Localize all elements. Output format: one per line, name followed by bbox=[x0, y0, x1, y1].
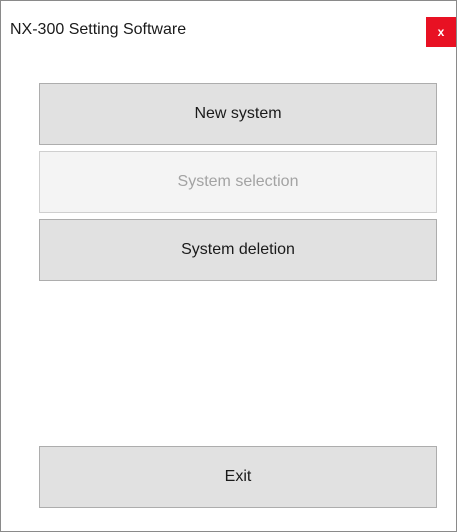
exit-button[interactable]: Exit bbox=[39, 446, 437, 508]
system-deletion-button[interactable]: System deletion bbox=[39, 219, 437, 281]
system-selection-button: System selection bbox=[39, 151, 437, 213]
close-button[interactable]: x bbox=[426, 17, 456, 47]
close-icon: x bbox=[437, 25, 445, 39]
app-window: NX-300 Setting Software x New system Sys… bbox=[0, 0, 457, 532]
title-bar: NX-300 Setting Software x bbox=[1, 1, 456, 57]
system-deletion-label: System deletion bbox=[181, 241, 295, 258]
window-title: NX-300 Setting Software bbox=[10, 21, 187, 38]
system-selection-label: System selection bbox=[177, 173, 299, 190]
exit-label: Exit bbox=[224, 468, 252, 485]
new-system-button[interactable]: New system bbox=[39, 83, 437, 145]
new-system-label: New system bbox=[194, 105, 282, 122]
